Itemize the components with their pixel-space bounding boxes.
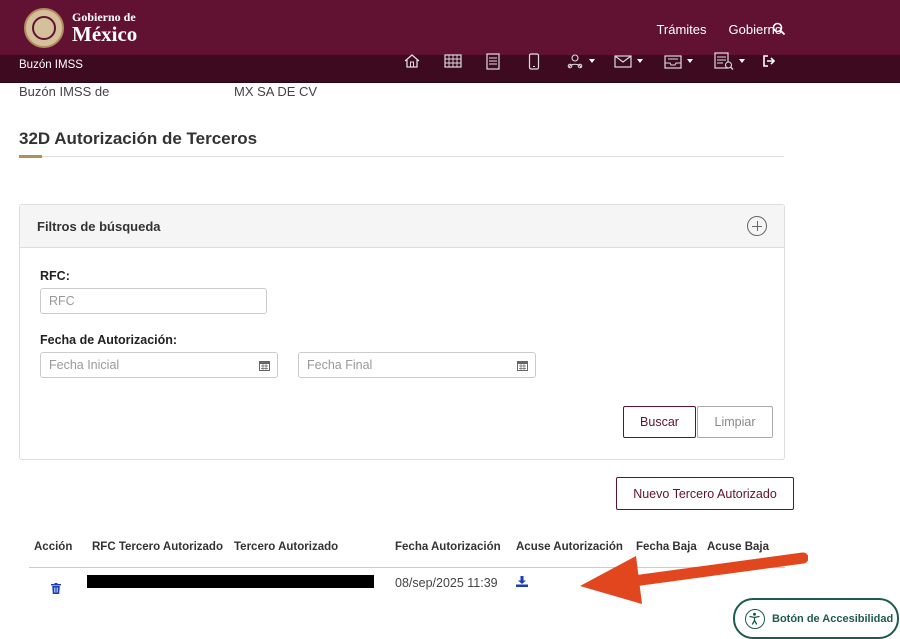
column-header-tercero: Tercero Autorizado [234, 541, 339, 553]
trash-icon[interactable] [51, 583, 61, 594]
accessibility-icon [745, 608, 765, 629]
gob-mx-logo[interactable]: Gobierno de México [24, 8, 137, 48]
column-header-rfc: RFC Tercero Autorizado [92, 541, 223, 553]
cell-fecha-autorizacion: 08/sep/2025 11:39 [395, 576, 498, 590]
grid-icon[interactable] [444, 50, 462, 72]
rfc-label: RFC: [40, 269, 70, 283]
page-title: 32D Autorización de Terceros [19, 129, 258, 148]
logo-line-2: México [72, 22, 138, 46]
gov-header: Gobierno de México Trámites Gobierno [0, 0, 900, 55]
column-header-accion: Acción [34, 541, 73, 553]
filter-panel-header[interactable]: Filtros de búsqueda [20, 205, 784, 248]
limpiar-button[interactable]: Limpiar [697, 406, 773, 438]
filter-panel-title: Filtros de búsqueda [37, 219, 161, 234]
column-header-fecha-autorizacion: Fecha Autorización [395, 541, 501, 553]
inbox-icon[interactable] [664, 50, 693, 72]
chevron-down-icon [589, 59, 595, 63]
users-icon[interactable] [566, 50, 595, 72]
owner-name: MX SA DE CV [234, 84, 318, 99]
calendar-icon[interactable] [259, 360, 270, 371]
chevron-down-icon [687, 59, 693, 63]
search-icon[interactable] [772, 22, 786, 36]
fecha-autorizacion-label: Fecha de Autorización: [40, 333, 178, 347]
mail-icon[interactable] [614, 50, 643, 72]
document-icon[interactable] [486, 50, 500, 72]
fecha-final-input[interactable] [298, 352, 536, 378]
top-nav: Trámites Gobierno [656, 22, 782, 37]
rfc-input[interactable] [40, 288, 267, 314]
logout-icon[interactable] [762, 50, 776, 72]
calendar-icon[interactable] [517, 360, 528, 371]
accessibility-button-label: Botón de Accesibilidad [772, 612, 894, 625]
title-divider [19, 156, 784, 157]
accessibility-button[interactable]: Botón de Accesibilidad [733, 598, 899, 639]
subbar-title[interactable]: Buzón IMSS [19, 55, 83, 75]
title-accent-bar [19, 155, 42, 158]
report-icon[interactable] [714, 50, 745, 72]
expand-plus-icon[interactable] [747, 216, 767, 236]
fecha-inicial-input[interactable] [40, 352, 278, 378]
download-icon[interactable] [516, 576, 528, 587]
mobile-icon[interactable] [528, 50, 540, 72]
chevron-down-icon [739, 59, 745, 63]
nuevo-tercero-button[interactable]: Nuevo Tercero Autorizado [616, 477, 794, 510]
redacted-rfc-and-name [87, 575, 374, 588]
owner-label: Buzón IMSS de [19, 84, 110, 99]
national-seal-icon [24, 8, 64, 48]
buscar-button[interactable]: Buscar [623, 406, 696, 438]
chevron-down-icon [637, 59, 643, 63]
home-icon[interactable] [403, 50, 421, 72]
nav-tramites[interactable]: Trámites [656, 22, 706, 37]
